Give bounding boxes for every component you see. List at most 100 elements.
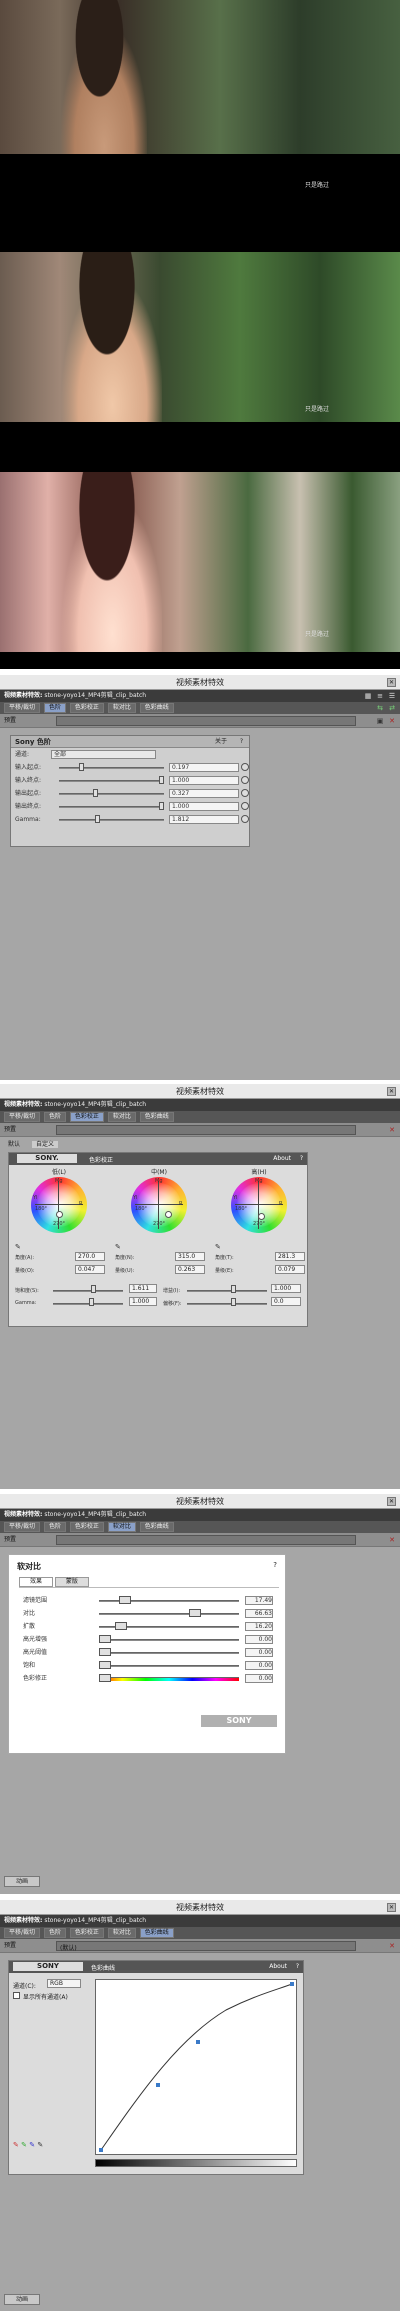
help-button[interactable]: ? bbox=[240, 736, 243, 748]
tab-pan-crop[interactable]: 平移/裁切 bbox=[4, 703, 41, 713]
color-wheel-low[interactable]: Mg Yl R 180° 270° bbox=[31, 1177, 87, 1233]
slider[interactable] bbox=[99, 1661, 111, 1669]
preset-dropdown[interactable] bbox=[56, 1125, 356, 1135]
channel-select[interactable]: RGB bbox=[47, 1979, 81, 1988]
close-button[interactable]: ✕ bbox=[387, 678, 396, 687]
delete-preset-icon[interactable]: ✕ bbox=[388, 717, 396, 725]
tab-soft-contrast[interactable]: 软对比 bbox=[107, 1928, 136, 1938]
tab-pan-crop[interactable]: 平移/裁切 bbox=[4, 1112, 41, 1122]
gamma-slider[interactable] bbox=[95, 815, 100, 823]
help-button[interactable]: ? bbox=[273, 1561, 277, 1569]
remove-icon[interactable]: ⇄ bbox=[388, 704, 396, 712]
slider[interactable] bbox=[99, 1635, 111, 1643]
animate-button[interactable]: 动画 bbox=[4, 2294, 40, 2305]
tab-color-curves[interactable]: 色彩曲线 bbox=[139, 1112, 174, 1122]
reset-icon[interactable] bbox=[241, 802, 249, 810]
gain-slider[interactable] bbox=[231, 1285, 236, 1293]
eyedropper-icon[interactable]: ✎ bbox=[115, 1243, 121, 1251]
slider[interactable] bbox=[115, 1622, 127, 1630]
color-wheel-mid[interactable]: Mg Yl R 180° 270° bbox=[131, 1177, 187, 1233]
tab-mask[interactable]: 蒙版 bbox=[54, 1577, 89, 1587]
amount-high-input[interactable]: 0.079 bbox=[275, 1265, 305, 1274]
grid-icon[interactable]: ▦ bbox=[364, 692, 372, 700]
slider[interactable] bbox=[189, 1609, 201, 1617]
tab-pan-crop[interactable]: 平移/裁切 bbox=[4, 1522, 41, 1532]
slider[interactable] bbox=[99, 1674, 111, 1682]
eyedropper-icon[interactable]: ✎ bbox=[15, 1243, 21, 1251]
output-start-slider[interactable] bbox=[93, 789, 98, 797]
angle-mid-input[interactable]: 315.0 bbox=[175, 1252, 205, 1261]
tab-levels[interactable]: 色阶 bbox=[43, 1928, 66, 1938]
eyedropper-icon[interactable]: ✎ bbox=[21, 2141, 27, 2149]
close-button[interactable]: ✕ bbox=[387, 1903, 396, 1912]
tab-pan-crop[interactable]: 平移/裁切 bbox=[4, 1928, 41, 1938]
curve-graph[interactable] bbox=[95, 1979, 297, 2155]
reset-icon[interactable] bbox=[241, 776, 249, 784]
amount-low-input[interactable]: 0.047 bbox=[75, 1265, 105, 1274]
gamma-slider[interactable] bbox=[89, 1298, 94, 1306]
preset-dropdown[interactable]: (默认) bbox=[56, 1941, 356, 1952]
offset-input[interactable]: 0.0 bbox=[271, 1297, 301, 1306]
reset-icon[interactable] bbox=[241, 789, 249, 797]
close-button[interactable]: ✕ bbox=[387, 1087, 396, 1096]
slider[interactable] bbox=[119, 1596, 131, 1604]
preset-dropdown[interactable] bbox=[56, 1535, 356, 1545]
angle-low-input[interactable]: 270.0 bbox=[75, 1252, 105, 1261]
wheel-handle[interactable] bbox=[258, 1213, 265, 1220]
help-button[interactable]: ? bbox=[300, 1155, 303, 1162]
input-start-slider[interactable] bbox=[79, 763, 84, 771]
list-icon[interactable]: ≡ bbox=[376, 692, 384, 700]
color-wheel-high[interactable]: Mg Yl R 180° 270° bbox=[231, 1177, 287, 1233]
tab-custom[interactable]: 自定义 bbox=[31, 1141, 58, 1148]
reset-icon[interactable] bbox=[241, 763, 249, 771]
save-preset-icon[interactable]: ▣ bbox=[376, 717, 384, 725]
about-button[interactable]: About bbox=[269, 1963, 287, 1970]
row-filter-range: 滤镜范围 17.49 bbox=[23, 1596, 273, 1605]
tab-levels[interactable]: 色阶 bbox=[43, 703, 66, 713]
tab-color-corrector[interactable]: 色彩校正 bbox=[69, 1522, 104, 1532]
delete-preset-icon[interactable]: ✕ bbox=[388, 1126, 396, 1134]
eyedropper-icon[interactable]: ✎ bbox=[29, 2141, 35, 2149]
delete-preset-icon[interactable]: ✕ bbox=[388, 1942, 396, 1950]
eyedropper-icon[interactable]: ✎ bbox=[215, 1243, 221, 1251]
tab-levels[interactable]: 色阶 bbox=[43, 1522, 66, 1532]
wheel-handle[interactable] bbox=[165, 1211, 172, 1218]
show-all-checkbox[interactable] bbox=[13, 1992, 20, 1999]
saturation-input[interactable]: 1.611 bbox=[129, 1284, 157, 1293]
channel-select[interactable]: 全部 bbox=[51, 750, 156, 759]
menu-icon[interactable]: ☰ bbox=[388, 692, 396, 700]
tab-soft-contrast[interactable]: 软对比 bbox=[107, 1522, 136, 1532]
input-end-slider[interactable] bbox=[159, 776, 164, 784]
tab-color-corrector[interactable]: 色彩校正 bbox=[69, 703, 104, 713]
tab-color-curves[interactable]: 色彩曲线 bbox=[139, 703, 174, 713]
saturation-slider[interactable] bbox=[91, 1285, 96, 1293]
tab-soft-contrast[interactable]: 软对比 bbox=[107, 1112, 136, 1122]
about-button[interactable]: About bbox=[273, 1155, 291, 1162]
tab-default[interactable]: 默认 bbox=[8, 1141, 20, 1148]
tab-effect[interactable]: 效果 bbox=[19, 1577, 53, 1587]
eyedropper-icon[interactable]: ✎ bbox=[13, 2141, 19, 2149]
add-icon[interactable]: ⇆ bbox=[376, 704, 384, 712]
help-button[interactable]: ? bbox=[296, 1963, 299, 1970]
amount-mid-input[interactable]: 0.263 bbox=[175, 1265, 205, 1274]
angle-high-input[interactable]: 281.3 bbox=[275, 1252, 305, 1261]
close-button[interactable]: ✕ bbox=[387, 1497, 396, 1506]
wheel-handle[interactable] bbox=[56, 1211, 63, 1218]
reset-icon[interactable] bbox=[241, 815, 249, 823]
gamma-input[interactable]: 1.000 bbox=[129, 1297, 157, 1306]
offset-slider[interactable] bbox=[231, 1298, 236, 1306]
eyedropper-icon[interactable]: ✎ bbox=[37, 2141, 43, 2149]
output-end-slider[interactable] bbox=[159, 802, 164, 810]
animate-button[interactable]: 动画 bbox=[4, 1876, 40, 1887]
slider[interactable] bbox=[99, 1648, 111, 1656]
about-button[interactable]: 关于 bbox=[215, 736, 227, 748]
tab-color-corrector[interactable]: 色彩校正 bbox=[69, 1928, 104, 1938]
delete-preset-icon[interactable]: ✕ bbox=[388, 1536, 396, 1544]
tab-color-curves[interactable]: 色彩曲线 bbox=[139, 1928, 174, 1938]
tab-soft-contrast[interactable]: 软对比 bbox=[107, 703, 136, 713]
tab-levels[interactable]: 色阶 bbox=[43, 1112, 66, 1122]
preset-dropdown[interactable] bbox=[56, 716, 356, 726]
gain-input[interactable]: 1.000 bbox=[271, 1284, 301, 1293]
tab-color-curves[interactable]: 色彩曲线 bbox=[139, 1522, 174, 1532]
tab-color-corrector[interactable]: 色彩校正 bbox=[69, 1112, 104, 1122]
